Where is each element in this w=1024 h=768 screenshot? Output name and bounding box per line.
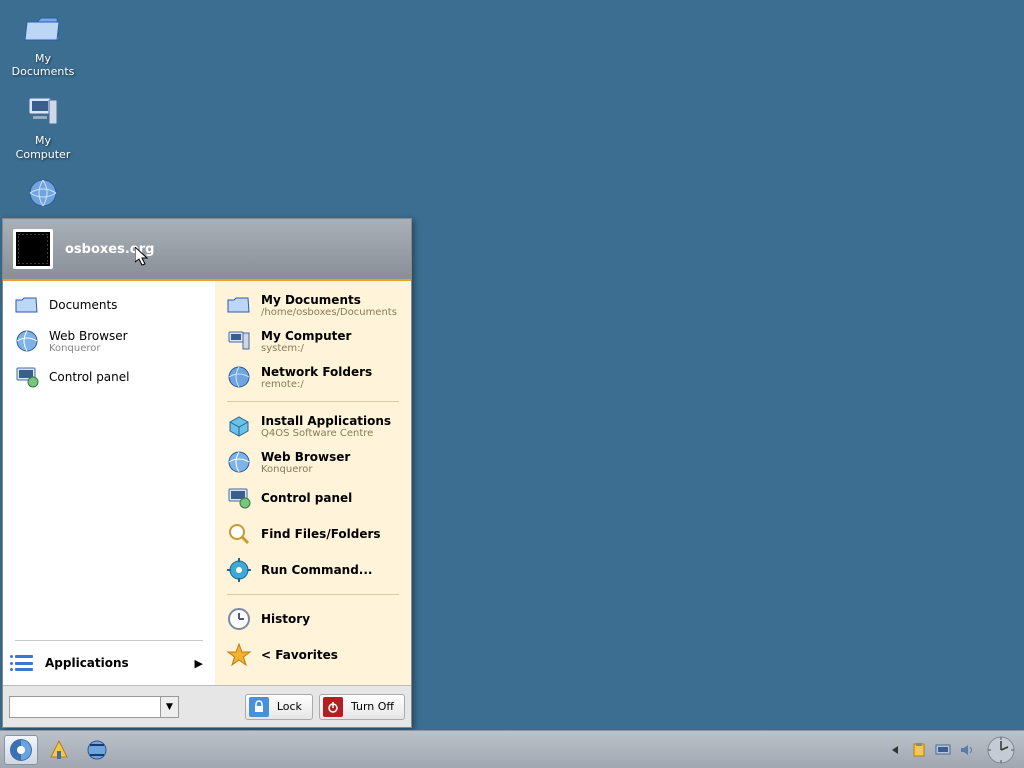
taskbar-launcher-1[interactable]	[42, 735, 76, 765]
power-icon	[323, 697, 343, 717]
applications-label: Applications	[45, 656, 195, 670]
folder-icon	[225, 291, 253, 319]
tray-clock[interactable]	[986, 735, 1016, 765]
item-title: Documents	[49, 298, 117, 312]
menu-item-network-folders[interactable]: Network Foldersremote:/	[219, 359, 407, 395]
search-input[interactable]	[10, 697, 160, 717]
item-sub: remote:/	[261, 379, 372, 390]
folder-icon	[13, 291, 41, 319]
icon-label: My Computer	[8, 134, 78, 160]
username-label: osboxes.org	[65, 242, 154, 257]
icon-label: My Documents	[8, 52, 78, 78]
desktop-icon-my-documents[interactable]: My Documents	[8, 10, 78, 78]
item-title: Install Applications	[261, 414, 391, 428]
chevron-right-icon: ▶	[195, 657, 203, 670]
tray-expand-icon[interactable]	[886, 741, 904, 759]
monitor-gear-icon	[225, 484, 253, 512]
item-title: Find Files/Folders	[261, 527, 381, 541]
menu-item-web-browser-right[interactable]: Web BrowserKonqueror	[219, 444, 407, 480]
item-sub: Q4OS Software Centre	[261, 428, 391, 439]
item-sub: Konqueror	[49, 343, 128, 354]
item-title: Web Browser	[261, 450, 350, 464]
item-title: Control panel	[261, 491, 352, 505]
menu-item-history[interactable]: History	[219, 601, 407, 637]
item-title: My Documents	[261, 293, 397, 307]
menu-item-control-panel[interactable]: Control panel	[7, 359, 211, 395]
item-title: My Computer	[261, 329, 351, 343]
turnoff-label: Turn Off	[351, 700, 394, 713]
item-title: Run Command...	[261, 563, 372, 577]
globe-icon	[225, 363, 253, 391]
menu-item-install-applications[interactable]: Install ApplicationsQ4OS Software Centre	[219, 408, 407, 444]
computer-icon	[225, 327, 253, 355]
item-title: Web Browser	[49, 329, 128, 343]
start-button[interactable]	[4, 735, 38, 765]
start-menu-body: Documents Web BrowserKonqueror Control p…	[3, 281, 411, 685]
system-tray	[886, 735, 1020, 765]
globe-icon	[225, 448, 253, 476]
tray-display-icon[interactable]	[934, 741, 952, 759]
folder-icon	[23, 10, 63, 50]
lock-button[interactable]: Lock	[245, 694, 313, 720]
item-title: Network Folders	[261, 365, 372, 379]
turnoff-button[interactable]: Turn Off	[319, 694, 405, 720]
menu-item-favorites[interactable]: < Favorites	[219, 637, 407, 673]
lock-label: Lock	[277, 700, 302, 713]
gear-icon	[225, 556, 253, 584]
menu-item-applications[interactable]: Applications ▶	[7, 647, 211, 679]
item-sub: /home/osboxes/Documents	[261, 307, 397, 318]
menu-item-run-command[interactable]: Run Command...	[219, 552, 407, 588]
computer-icon	[23, 92, 63, 132]
item-sub: system:/	[261, 343, 351, 354]
start-menu-header: osboxes.org	[3, 219, 411, 281]
user-avatar[interactable]	[13, 229, 53, 269]
menu-item-find-files[interactable]: Find Files/Folders	[219, 516, 407, 552]
menu-item-control-panel-right[interactable]: Control panel	[219, 480, 407, 516]
menu-item-web-browser[interactable]: Web BrowserKonqueror	[7, 323, 211, 359]
start-menu-footer: ▼ Lock Turn Off	[3, 685, 411, 727]
item-title: < Favorites	[261, 648, 338, 662]
box-icon	[225, 412, 253, 440]
monitor-gear-icon	[13, 363, 41, 391]
start-menu: osboxes.org Documents Web BrowserKonquer…	[2, 218, 412, 728]
list-icon	[15, 655, 37, 671]
magnifier-icon	[225, 520, 253, 548]
lock-icon	[249, 697, 269, 717]
globe-icon	[13, 327, 41, 355]
item-sub: Konqueror	[261, 464, 350, 475]
desktop-icons: My Documents My Computer My	[8, 10, 78, 244]
start-menu-places: My Documents/home/osboxes/Documents My C…	[215, 281, 411, 685]
menu-item-my-computer[interactable]: My Computersystem:/	[219, 323, 407, 359]
taskbar-launcher-2[interactable]	[80, 735, 114, 765]
clock-icon	[225, 605, 253, 633]
menu-item-my-documents[interactable]: My Documents/home/osboxes/Documents	[219, 287, 407, 323]
search-combobox[interactable]: ▼	[9, 696, 179, 718]
separator	[227, 401, 399, 402]
taskbar	[0, 730, 1024, 768]
menu-item-documents[interactable]: Documents	[7, 287, 211, 323]
separator	[227, 594, 399, 595]
dropdown-button[interactable]: ▼	[160, 697, 178, 717]
item-title: Control panel	[49, 370, 129, 384]
star-icon	[225, 641, 253, 669]
globe-icon	[23, 175, 63, 215]
item-title: History	[261, 612, 310, 626]
tray-clipboard-icon[interactable]	[910, 741, 928, 759]
start-menu-favorites: Documents Web BrowserKonqueror Control p…	[3, 281, 215, 685]
tray-volume-icon[interactable]	[958, 741, 976, 759]
desktop-icon-my-computer[interactable]: My Computer	[8, 92, 78, 160]
